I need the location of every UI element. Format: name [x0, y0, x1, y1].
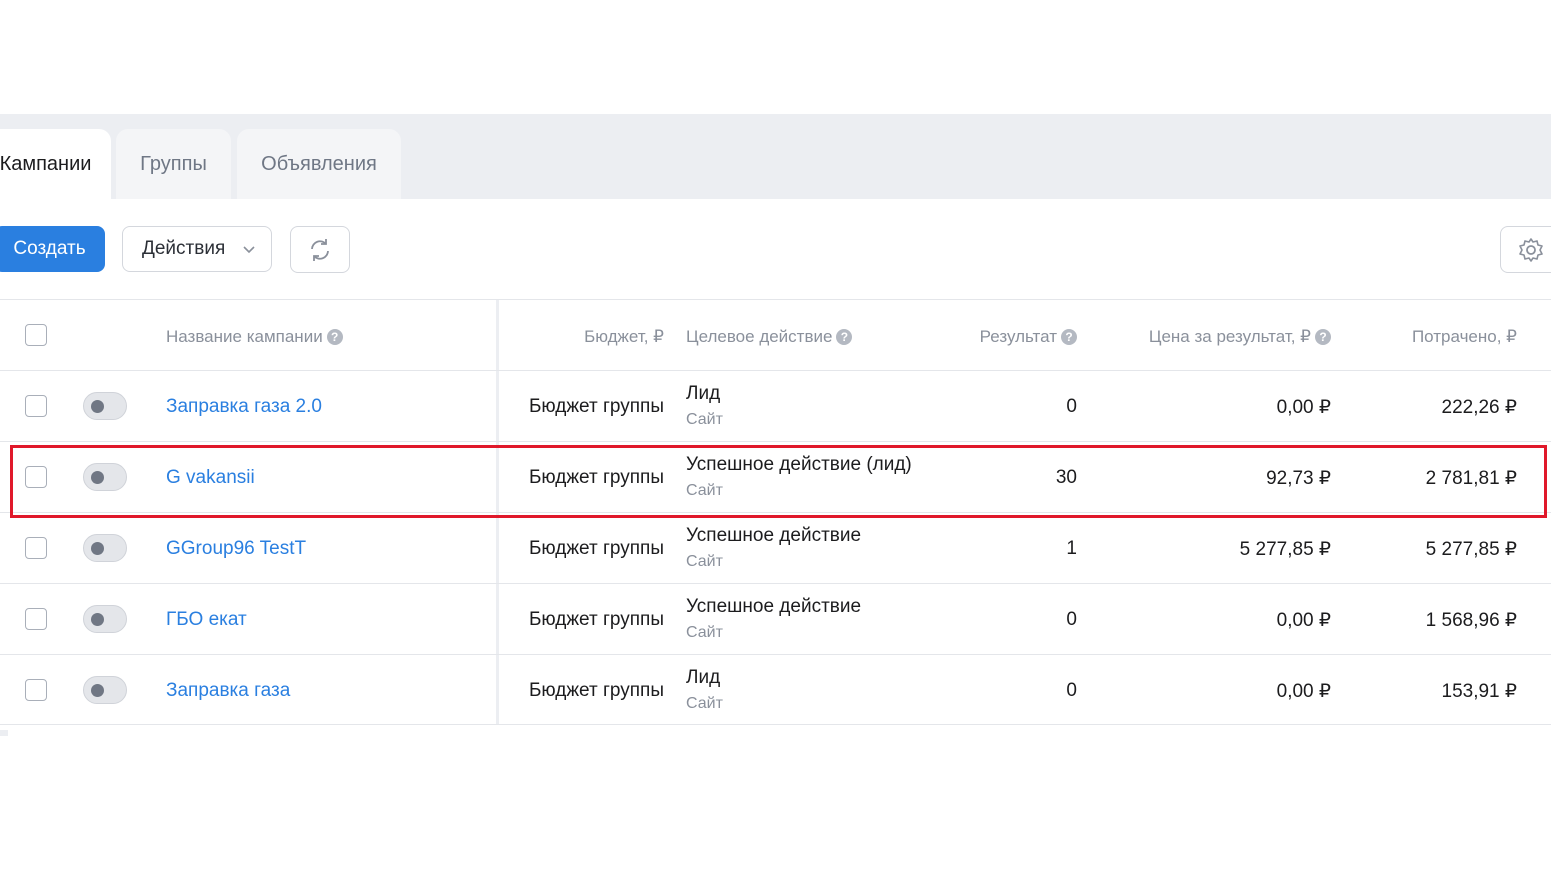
- tab-bar: Кампании Группы Объявления: [0, 114, 1551, 199]
- header-target-label: Целевое действие: [686, 327, 833, 346]
- table-row: Заправка газа Бюджет группы Лид Сайт 0 0…: [0, 654, 1551, 725]
- toggle-knob: [91, 613, 104, 626]
- result-cell: 0: [1066, 396, 1077, 417]
- campaign-name-link[interactable]: Заправка газа: [166, 680, 290, 702]
- header-spent[interactable]: Потрачено, ₽: [1412, 327, 1517, 347]
- result-cell: 0: [1066, 680, 1077, 701]
- campaign-name-link[interactable]: Заправка газа 2.0: [166, 396, 322, 418]
- target-cell: Лид Сайт: [686, 383, 723, 429]
- toggle-knob: [91, 684, 104, 697]
- toggle-knob: [91, 471, 104, 484]
- cost-per-result-cell: 0,00 ₽: [1276, 681, 1331, 702]
- target-cell: Успешное действие Сайт: [686, 525, 861, 571]
- row-checkbox[interactable]: [25, 537, 47, 559]
- toggle-knob: [91, 542, 104, 555]
- header-name[interactable]: Название кампании?: [166, 327, 343, 347]
- target-action: Успешное действие (лид): [686, 454, 912, 475]
- actions-dropdown[interactable]: Действия: [122, 226, 272, 272]
- budget-cell: Бюджет группы: [528, 396, 664, 417]
- table-row: G vakansii Бюджет группы Успешное действ…: [0, 441, 1551, 512]
- spent-cell: 153,91 ₽: [1441, 681, 1517, 702]
- target-cell: Лид Сайт: [686, 667, 723, 713]
- scrollbar-track[interactable]: [0, 730, 8, 736]
- status-toggle[interactable]: [83, 534, 127, 562]
- help-icon[interactable]: ?: [1315, 329, 1331, 345]
- cost-per-result-cell: 5 277,85 ₽: [1239, 539, 1331, 560]
- cost-per-result-cell: 0,00 ₽: [1276, 397, 1331, 418]
- tab-ads[interactable]: Объявления: [237, 129, 401, 199]
- row-checkbox[interactable]: [25, 466, 47, 488]
- spent-cell: 1 568,96 ₽: [1425, 610, 1517, 631]
- row-checkbox[interactable]: [25, 608, 47, 630]
- tab-campaigns[interactable]: Кампании: [0, 129, 111, 199]
- spent-cell: 5 277,85 ₽: [1425, 539, 1517, 560]
- toggle-knob: [91, 400, 104, 413]
- help-icon[interactable]: ?: [1061, 329, 1077, 345]
- status-toggle[interactable]: [83, 605, 127, 633]
- budget-cell: Бюджет группы: [528, 609, 664, 630]
- budget-cell: Бюджет группы: [528, 538, 664, 559]
- target-source: Сайт: [686, 624, 723, 641]
- table-row: Заправка газа 2.0 Бюджет группы Лид Сайт…: [0, 370, 1551, 441]
- status-toggle[interactable]: [83, 463, 127, 491]
- actions-label: Действия: [142, 238, 226, 259]
- tab-groups[interactable]: Группы: [116, 129, 231, 199]
- spent-cell: 2 781,81 ₽: [1425, 468, 1517, 489]
- create-button[interactable]: Создать: [0, 226, 105, 272]
- target-cell: Успешное действие Сайт: [686, 596, 861, 642]
- target-source: Сайт: [686, 482, 723, 499]
- status-toggle[interactable]: [83, 676, 127, 704]
- target-source: Сайт: [686, 553, 723, 570]
- refresh-button[interactable]: [290, 226, 350, 273]
- target-action: Успешное действие: [686, 596, 862, 617]
- campaign-name-link[interactable]: G vakansii: [166, 467, 255, 489]
- chevron-down-icon: [243, 246, 255, 254]
- refresh-icon: [311, 238, 329, 261]
- select-all-checkbox[interactable]: [25, 324, 47, 346]
- target-action: Лид: [686, 383, 721, 404]
- table-header: Название кампании? Бюджет, ₽ Целевое дей…: [0, 299, 1551, 370]
- header-cost-per-result[interactable]: Цена за результат, ₽?: [1149, 327, 1331, 347]
- row-checkbox[interactable]: [25, 395, 47, 417]
- header-result-label: Результат: [979, 327, 1057, 346]
- header-target[interactable]: Целевое действие?: [686, 327, 853, 347]
- toolbar: Создать Действия: [0, 199, 1551, 299]
- header-name-label: Название кампании: [166, 327, 323, 346]
- cost-per-result-cell: 92,73 ₽: [1266, 468, 1331, 489]
- budget-cell: Бюджет группы: [528, 680, 664, 701]
- table-row: GGroup96 TestT Бюджет группы Успешное де…: [0, 512, 1551, 583]
- campaign-name-link[interactable]: GGroup96 TestT: [166, 538, 306, 560]
- table-row: ГБО екат Бюджет группы Успешное действие…: [0, 583, 1551, 654]
- target-action: Лид: [686, 667, 721, 688]
- status-toggle[interactable]: [83, 392, 127, 420]
- result-cell: 1: [1066, 538, 1077, 559]
- spent-cell: 222,26 ₽: [1441, 397, 1517, 418]
- result-cell: 30: [1055, 467, 1077, 488]
- header-cost-label: Цена за результат, ₽: [1148, 327, 1311, 346]
- help-icon[interactable]: ?: [836, 329, 853, 345]
- target-cell: Успешное действие (лид) Сайт: [686, 454, 912, 500]
- budget-cell: Бюджет группы: [528, 467, 664, 488]
- target-source: Сайт: [686, 695, 723, 712]
- result-cell: 0: [1066, 609, 1077, 630]
- table-bottom-border: [0, 724, 1551, 725]
- target-action: Успешное действие: [686, 525, 862, 546]
- cost-per-result-cell: 0,00 ₽: [1276, 610, 1331, 631]
- campaign-name-link[interactable]: ГБО екат: [166, 609, 247, 631]
- settings-button[interactable]: [1500, 226, 1551, 273]
- header-budget[interactable]: Бюджет, ₽: [584, 327, 664, 347]
- target-source: Сайт: [686, 411, 723, 428]
- gear-icon: [1519, 237, 1543, 262]
- help-icon[interactable]: ?: [326, 329, 343, 345]
- row-checkbox[interactable]: [25, 679, 47, 701]
- header-result[interactable]: Результат?: [980, 327, 1077, 347]
